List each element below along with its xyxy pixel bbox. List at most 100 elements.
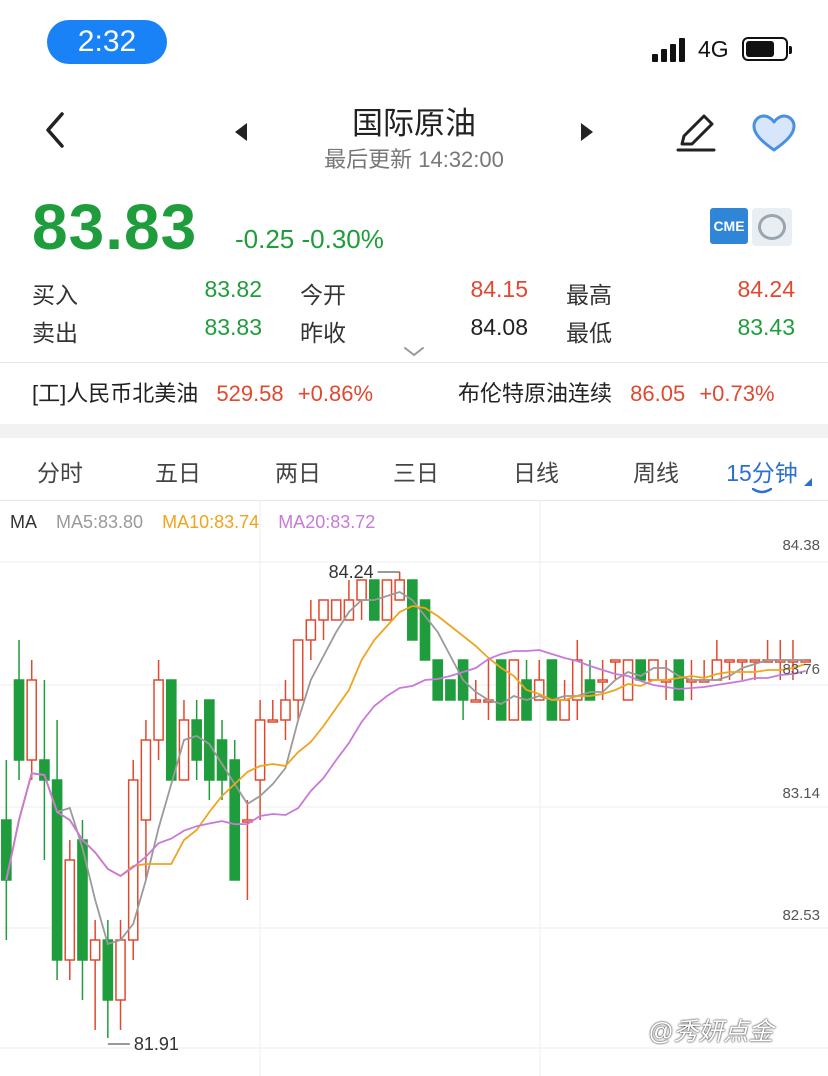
kline-chart[interactable]: 84.38 83.76 83.14 82.53 84.24 81.91 MA MA5:8… xyxy=(0,500,828,1076)
ma5-value: MA5:83.80 xyxy=(56,512,144,532)
related-price: 529.58 xyxy=(216,381,284,406)
candle-body xyxy=(330,599,342,621)
y-tick-label: 83.76 xyxy=(782,661,820,678)
tab-five-day[interactable]: 五日 xyxy=(128,454,228,488)
candle-body xyxy=(267,719,279,723)
related-quote-1[interactable]: [工]人民币北美油 529.58 +0.86% xyxy=(32,376,373,408)
low-annotation: 81.91 xyxy=(134,1034,179,1054)
back-icon[interactable] xyxy=(40,110,70,150)
open-label: 今开 xyxy=(300,282,346,308)
prev-close-label: 昨收 xyxy=(300,320,346,346)
candle-body xyxy=(13,679,25,761)
related-price: 86.05 xyxy=(630,381,686,406)
active-tab-indicator xyxy=(752,488,772,494)
kline-svg: 84.38 83.76 83.14 82.53 84.24 81.91 xyxy=(0,500,828,1076)
ma-label: MA xyxy=(10,512,37,532)
y-tick-label: 82.53 xyxy=(782,907,820,924)
tab-15min[interactable]: 15分钟 xyxy=(712,454,812,488)
candle-body xyxy=(356,579,367,601)
candle-body xyxy=(610,659,621,663)
candle-body xyxy=(724,659,735,663)
candle-body xyxy=(470,699,482,703)
candle-body xyxy=(571,659,583,701)
high-label: 最高 xyxy=(566,282,612,308)
candle-body xyxy=(673,659,685,701)
related-name: [工]人民币北美油 xyxy=(32,381,199,406)
candle-body xyxy=(546,659,558,721)
section-gap xyxy=(0,424,828,438)
candle-body xyxy=(26,679,38,761)
candle-body xyxy=(711,659,723,681)
candle-body xyxy=(1,819,12,881)
tab-two-day[interactable]: 两日 xyxy=(248,454,348,488)
open-value: 84.15 xyxy=(470,276,528,302)
ma10-line xyxy=(5,605,806,881)
candle-body xyxy=(305,619,317,641)
candle-body xyxy=(508,659,520,721)
candle-body xyxy=(254,719,266,781)
ask-value: 83.83 xyxy=(204,314,262,340)
y-tick-label: 84.38 xyxy=(782,537,820,554)
candle-body xyxy=(559,699,570,721)
candle-body xyxy=(597,679,608,683)
chevron-down-icon[interactable] xyxy=(403,346,425,358)
edit-icon[interactable] xyxy=(674,110,718,154)
tab-three-day[interactable]: 三日 xyxy=(366,454,466,488)
tab-daily[interactable]: 日线 xyxy=(486,454,586,488)
network-label: 4G xyxy=(698,36,729,62)
candle-body xyxy=(381,579,393,621)
bid-label: 买入 xyxy=(32,282,78,308)
candle-body xyxy=(64,859,76,961)
candle-body xyxy=(51,779,63,961)
cme-badge[interactable]: CME xyxy=(710,208,748,244)
status-bar: 2:32 4G xyxy=(0,0,828,90)
tab-intraday[interactable]: 分时 xyxy=(10,454,110,488)
price-change: -0.25 -0.30% xyxy=(235,224,384,254)
candle-body xyxy=(102,939,114,1001)
signal-icon xyxy=(652,38,688,62)
ma10-value: MA10:83.74 xyxy=(162,512,260,532)
candle-body xyxy=(153,679,164,741)
watermark: @秀妍点金 xyxy=(648,1018,774,1046)
ma20-value: MA20:83.72 xyxy=(278,512,376,532)
low-value: 83.43 xyxy=(737,314,795,340)
candle-body xyxy=(394,579,405,601)
prev-close-value: 84.08 xyxy=(470,314,528,340)
candle-body xyxy=(292,639,304,701)
candle-body xyxy=(622,659,634,701)
last-update: 最后更新 14:32:00 xyxy=(324,147,504,172)
ma5-line xyxy=(5,591,806,946)
related-change: +0.73% xyxy=(699,381,775,406)
status-time: 2:32 xyxy=(47,20,167,64)
candle-body xyxy=(89,939,101,961)
last-price: 83.83 xyxy=(32,191,198,263)
settlement-icon[interactable] xyxy=(752,208,792,246)
tab-weekly[interactable]: 周线 xyxy=(606,454,706,488)
candle-body xyxy=(584,679,596,701)
next-instrument-icon[interactable] xyxy=(580,122,594,142)
period-tabs: 分时 五日 两日 三日 日线 周线 15分钟 xyxy=(0,438,828,500)
related-quote-2[interactable]: 布伦特原油连续 86.05 +0.73% xyxy=(458,376,775,408)
candle-body xyxy=(318,599,329,621)
y-tick-label: 83.14 xyxy=(782,785,820,802)
ask-label: 卖出 xyxy=(32,320,78,346)
high-value: 84.24 xyxy=(737,276,795,302)
related-name: 布伦特原油连续 xyxy=(458,381,613,406)
ma-legend: MA MA5:83.80 MA10:83.74 MA20:83.72 xyxy=(10,512,389,533)
candle-body xyxy=(204,699,215,781)
candle-body xyxy=(140,739,152,821)
page-title: 国际原油 xyxy=(352,106,476,141)
candle-body xyxy=(749,659,761,663)
header: 国际原油 最后更新 14:32:00 xyxy=(0,90,828,180)
candle-body xyxy=(191,719,202,761)
tab-menu-corner-icon[interactable] xyxy=(804,478,812,486)
divider xyxy=(0,362,828,363)
candle-body xyxy=(115,939,126,1001)
bid-value: 83.82 xyxy=(204,276,262,302)
candle-body xyxy=(165,679,177,781)
battery-icon xyxy=(742,37,792,61)
candle-body xyxy=(736,659,748,663)
favorite-heart-icon[interactable] xyxy=(752,114,796,154)
prev-instrument-icon[interactable] xyxy=(234,122,248,142)
candle-body xyxy=(635,659,647,681)
